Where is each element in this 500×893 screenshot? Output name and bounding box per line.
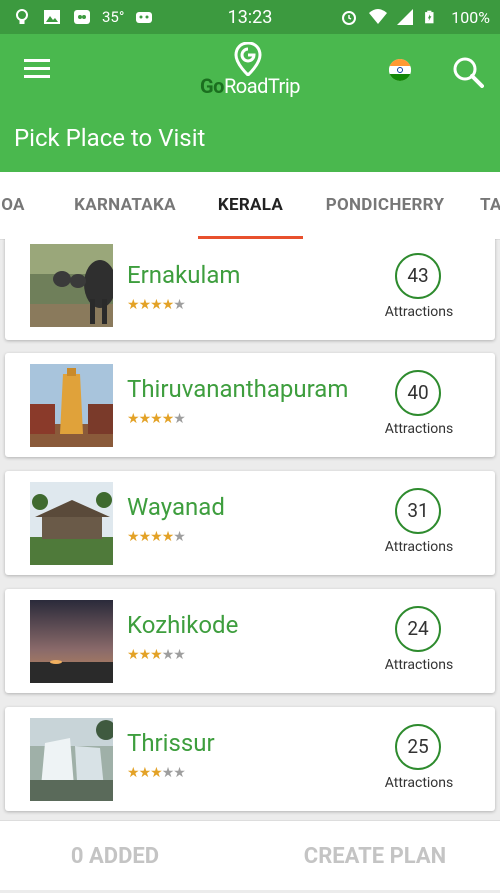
star-icon: ★: [150, 647, 163, 663]
tab-tamil-nadu[interactable]: TA: [480, 172, 500, 239]
place-card[interactable]: Thiruvananthapuram ★★★★★ 40 Attractions: [5, 353, 495, 457]
app-toolbar: GoRoadTrip: [0, 34, 500, 104]
page-title: Pick Place to Visit: [0, 104, 500, 172]
attractions-count: 25: [395, 724, 441, 770]
place-name: Kozhikode: [127, 611, 239, 639]
place-card[interactable]: Ernakulam ★★★★★ 43 Attractions: [5, 239, 495, 340]
attractions-count: 40: [395, 370, 441, 416]
logo-text-go: Go: [200, 74, 224, 98]
star-icon: ★: [127, 647, 140, 663]
star-icon: ★: [161, 411, 175, 427]
star-icon: ★: [173, 297, 186, 313]
place-name: Thrissur: [127, 729, 215, 757]
star-icon: ★: [161, 765, 175, 781]
star-icon: ★: [127, 411, 140, 427]
attractions-label: Attractions: [384, 304, 454, 320]
star-icon: ★: [173, 765, 186, 781]
added-count-button[interactable]: 0 ADDED: [20, 821, 210, 890]
star-icon: ★: [150, 765, 163, 781]
place-thumbnail-sunset-beach: [30, 600, 113, 683]
attractions-label: Attractions: [384, 421, 454, 437]
battery-charging-icon: [423, 7, 443, 27]
star-icon: ★: [138, 297, 152, 313]
place-name: Thiruvananthapuram: [127, 375, 349, 403]
place-thumbnail-temple: [30, 364, 113, 447]
place-card[interactable]: Wayanad ★★★★★ 31 Attractions: [5, 471, 495, 575]
battery-percentage: 100%: [451, 7, 490, 27]
place-name: Wayanad: [127, 493, 225, 521]
star-icon: ★: [173, 529, 186, 545]
star-icon: ★: [127, 765, 140, 781]
menu-icon[interactable]: [24, 59, 54, 79]
rating-stars: ★★★★★: [127, 529, 186, 545]
place-thumbnail-elephants: [30, 244, 113, 327]
bottom-action-bar: 0 ADDED CREATE PLAN: [0, 820, 500, 890]
rating-stars: ★★★★★: [127, 411, 186, 427]
attractions-count: 31: [395, 488, 441, 534]
rating-stars: ★★★★★: [127, 765, 186, 781]
attractions-count: 43: [395, 253, 441, 299]
create-plan-button[interactable]: CREATE PLAN: [270, 821, 480, 890]
search-icon[interactable]: [452, 56, 484, 88]
star-icon: ★: [127, 529, 140, 545]
star-icon: ★: [150, 529, 163, 545]
status-bar: 35° 13:23 100%: [0, 0, 500, 34]
location-pin-icon: [234, 42, 262, 76]
wifi-icon: [367, 7, 388, 27]
star-icon: ★: [173, 411, 186, 427]
tab-karnataka[interactable]: KARNATAKA: [55, 172, 195, 239]
tab-goa[interactable]: OA: [0, 172, 28, 239]
place-thumbnail-heritage-house: [30, 482, 113, 565]
tab-kerala[interactable]: KERALA: [198, 172, 303, 239]
star-icon: ★: [161, 529, 175, 545]
star-icon: ★: [150, 297, 163, 313]
star-icon: ★: [173, 647, 186, 663]
star-icon: ★: [150, 411, 163, 427]
alarm-icon: [339, 7, 359, 27]
tab-pondicherry[interactable]: PONDICHERRY: [312, 172, 458, 239]
place-name: Ernakulam: [127, 261, 241, 289]
place-card[interactable]: Thrissur ★★★★★ 25 Attractions: [5, 707, 495, 811]
attractions-label: Attractions: [384, 775, 454, 791]
star-icon: ★: [138, 647, 152, 663]
star-icon: ★: [138, 529, 152, 545]
rating-stars: ★★★★★: [127, 297, 186, 313]
india-flag-icon[interactable]: [389, 59, 411, 81]
place-card[interactable]: Kozhikode ★★★★★ 24 Attractions: [5, 589, 495, 693]
star-icon: ★: [138, 765, 152, 781]
state-tabs: OA KARNATAKA KERALA PONDICHERRY TA: [0, 172, 500, 240]
logo-text-roadtrip: RoadTrip: [223, 74, 300, 98]
attractions-label: Attractions: [384, 657, 454, 673]
star-icon: ★: [161, 297, 175, 313]
star-icon: ★: [138, 411, 152, 427]
signal-icon: [395, 7, 415, 27]
star-icon: ★: [127, 297, 140, 313]
rating-stars: ★★★★★: [127, 647, 186, 663]
attractions-label: Attractions: [384, 539, 454, 555]
star-icon: ★: [161, 647, 175, 663]
attractions-count: 24: [395, 606, 441, 652]
app-logo: GoRoadTrip: [200, 40, 300, 100]
places-list: Ernakulam ★★★★★ 43 Attractions Thiruvana…: [0, 239, 500, 817]
place-thumbnail-waterfall: [30, 718, 113, 801]
